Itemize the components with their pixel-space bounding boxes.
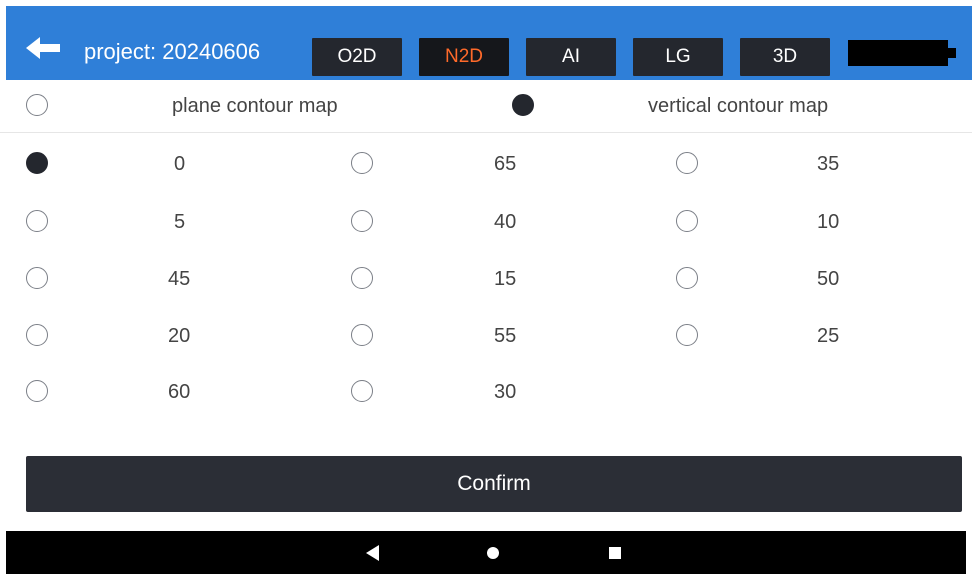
- map-type-selector: plane contour map vertical contour map: [0, 80, 972, 133]
- angle-label: 15: [494, 268, 517, 290]
- nav-back-icon[interactable]: [366, 545, 380, 561]
- project-title: project: 20240606: [84, 39, 261, 64]
- angle-label: 30: [494, 381, 517, 403]
- angle-label: 20: [168, 325, 191, 347]
- angle-radio[interactable]: [676, 324, 698, 346]
- nav-home-icon[interactable]: [486, 546, 500, 560]
- angle-radio[interactable]: [351, 267, 373, 289]
- angle-radio[interactable]: [676, 210, 698, 232]
- vertical-contour-radio[interactable]: [512, 94, 534, 116]
- angle-radio[interactable]: [26, 152, 48, 174]
- angle-radio[interactable]: [26, 380, 48, 402]
- plane-contour-radio[interactable]: [26, 94, 48, 116]
- angle-label: 65: [494, 153, 517, 175]
- mode-button-ai[interactable]: AI: [526, 38, 616, 76]
- confirm-button[interactable]: Confirm: [26, 456, 962, 512]
- angle-label: 5: [174, 211, 186, 233]
- mode-button-o2d[interactable]: O2D: [312, 38, 402, 76]
- angle-radio[interactable]: [676, 267, 698, 289]
- battery-icon: [848, 40, 956, 66]
- vertical-contour-label[interactable]: vertical contour map: [648, 94, 828, 118]
- angle-label: 60: [168, 381, 191, 403]
- angle-label: 10: [817, 211, 840, 233]
- angle-label: 45: [168, 268, 191, 290]
- angle-radio[interactable]: [26, 267, 48, 289]
- plane-contour-label[interactable]: plane contour map: [172, 94, 338, 118]
- mode-button-3d[interactable]: 3D: [740, 38, 830, 76]
- mode-button-n2d[interactable]: N2D: [419, 38, 509, 76]
- angle-radio[interactable]: [351, 324, 373, 346]
- angle-label: 25: [817, 325, 840, 347]
- angle-label: 0: [174, 153, 186, 175]
- angle-radio[interactable]: [676, 152, 698, 174]
- angle-label: 50: [817, 268, 840, 290]
- angle-radio[interactable]: [26, 210, 48, 232]
- system-nav-bar: [6, 531, 966, 574]
- back-arrow-icon[interactable]: [24, 34, 64, 62]
- angle-radio[interactable]: [26, 324, 48, 346]
- top-bar: project: 20240606 O2D N2D AI LG 3D: [6, 6, 972, 80]
- angle-label: 40: [494, 211, 517, 233]
- mode-button-lg[interactable]: LG: [633, 38, 723, 76]
- angle-label: 55: [494, 325, 517, 347]
- angle-label: 35: [817, 153, 840, 175]
- angle-radio[interactable]: [351, 152, 373, 174]
- angle-radio[interactable]: [351, 380, 373, 402]
- angle-radio[interactable]: [351, 210, 373, 232]
- nav-recents-icon[interactable]: [608, 546, 622, 560]
